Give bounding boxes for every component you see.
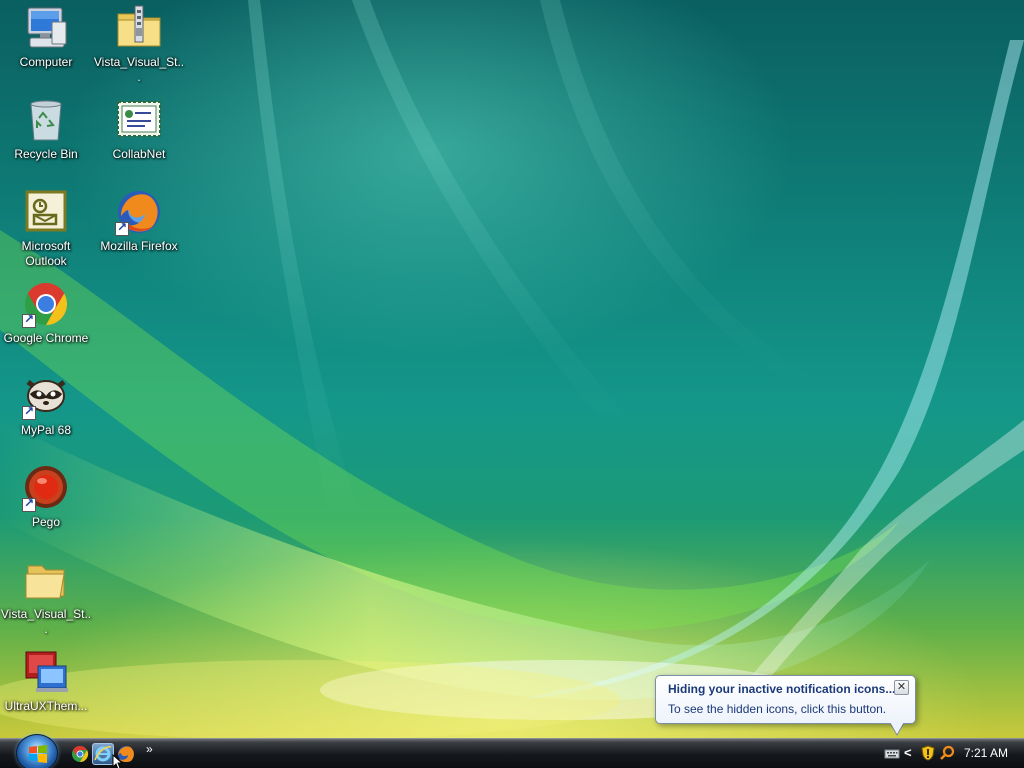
desktop-icon-label: CollabNet	[112, 147, 166, 161]
desktop-icon-label: UltraUXThem...	[4, 699, 88, 713]
desktop-icon-google-chrome[interactable]: Google Chrome	[0, 280, 92, 346]
folder-icon	[22, 556, 70, 604]
desktop-icon-label: Mozilla Firefox	[100, 239, 178, 253]
shortcut-arrow-icon	[22, 404, 36, 420]
desktop-icon-mozilla-firefox[interactable]: Mozilla Firefox	[93, 188, 185, 254]
internet-explorer-icon	[94, 746, 112, 762]
notification-area: < 7:21 AM	[876, 739, 1024, 768]
desktop-icon-label: Vista_Visual_St...	[93, 55, 185, 84]
desktop-icon-pego[interactable]: Pego	[0, 464, 92, 530]
chrome-icon	[22, 280, 70, 328]
desktop-icon-label: Google Chrome	[3, 331, 89, 345]
desktop-icon-label: Pego	[31, 515, 61, 529]
zip-folder-icon	[115, 4, 163, 52]
show-hidden-icons-button[interactable]: <	[904, 745, 920, 761]
desktop-icon-label: MyPal 68	[20, 423, 72, 437]
tray-keyboard-icon[interactable]	[884, 745, 900, 761]
collabnet-certificate-icon	[115, 96, 163, 144]
search-icon	[940, 745, 955, 760]
desktop-icon-recycle-bin[interactable]: Recycle Bin	[0, 96, 92, 162]
quicklaunch-internet-explorer[interactable]	[92, 743, 114, 765]
quicklaunch-overflow-button[interactable]: »	[146, 742, 153, 756]
mypal-raccoon-icon	[22, 372, 70, 420]
mouse-cursor-icon	[112, 754, 124, 768]
quicklaunch-chrome[interactable]	[69, 743, 91, 765]
shortcut-arrow-icon	[22, 496, 36, 512]
keyboard-icon	[884, 749, 900, 759]
tray-search-icon[interactable]	[939, 745, 955, 761]
desktop-icon-mypal-68[interactable]: MyPal 68	[0, 372, 92, 438]
shortcut-arrow-icon	[115, 220, 129, 236]
outlook-icon	[22, 188, 70, 236]
desktop-icon-label: Computer	[19, 55, 73, 69]
taskbar-clock[interactable]: 7:21 AM	[964, 746, 1008, 760]
desktop-icon-label: Vista_Visual_St...	[0, 607, 92, 636]
desktop-icon-collabnet[interactable]: CollabNet	[93, 96, 185, 162]
desktop-icon-label: Microsoft Outlook	[21, 239, 71, 268]
desktop-icon-computer[interactable]: Computer	[0, 4, 92, 70]
ultraux-theme-patcher-icon	[22, 648, 70, 696]
recycle-bin-icon	[22, 96, 70, 144]
start-button[interactable]	[16, 734, 58, 768]
desktop-icon-vista-visual-styles-zip[interactable]: Vista_Visual_St...	[93, 4, 185, 85]
balloon-tail-inner	[890, 722, 904, 734]
chrome-icon	[72, 745, 89, 763]
balloon-close-button[interactable]: ✕	[894, 680, 909, 695]
pego-icon	[22, 464, 70, 512]
taskbar: » < 7:21 AM	[0, 734, 1024, 768]
notification-balloon[interactable]: Hiding your inactive notification icons.…	[655, 675, 916, 724]
balloon-text: To see the hidden icons, click this butt…	[668, 702, 887, 716]
balloon-title: Hiding your inactive notification icons.…	[668, 682, 896, 696]
windows-flag-icon	[29, 745, 47, 763]
tray-security-icon[interactable]	[920, 745, 936, 761]
desktop-icon-label: Recycle Bin	[14, 147, 78, 161]
firefox-icon	[115, 188, 163, 236]
desktop-icon-microsoft-outlook[interactable]: Microsoft Outlook	[0, 188, 92, 269]
desktop-icon-vista-visual-styles-folder[interactable]: Vista_Visual_St...	[0, 556, 92, 637]
computer-icon	[22, 4, 70, 52]
shortcut-arrow-icon	[22, 312, 36, 328]
security-shield-icon	[921, 745, 935, 761]
desktop-icon-ultraux-theme-patcher[interactable]: UltraUXThem...	[0, 648, 92, 714]
